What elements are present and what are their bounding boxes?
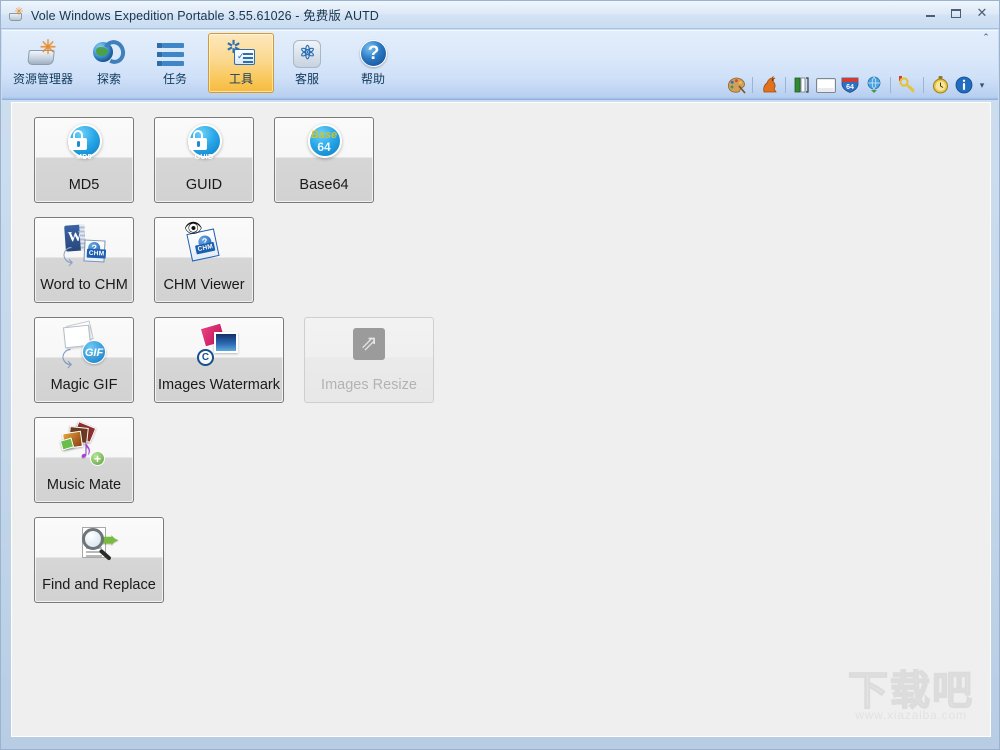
help-question-icon: ?: [356, 37, 390, 71]
toolbar-tab-support-label: 客服: [294, 72, 319, 86]
support-icon: ⚛: [290, 37, 324, 71]
toolbar-tab-help-label: 帮助: [360, 72, 385, 86]
battery-icon[interactable]: [790, 74, 814, 96]
application-window: ✳ Vole Windows Expedition Portable 3.55.…: [0, 0, 1000, 750]
tool-tile-magic-gif-label: Magic GIF: [50, 377, 118, 393]
main-toolbar: ⌃ ✳ 资源管理器 探索 任务 ✲ ✓ 工具 ⚛ 客服 ? 帮助 64 ▾: [2, 30, 998, 100]
toolbar-tab-tools-label: 工具: [228, 72, 253, 86]
globe-icon[interactable]: [862, 74, 886, 96]
toolbar-separator: [752, 77, 753, 93]
tool-tile-chm-viewer-label: CHM Viewer: [163, 277, 245, 293]
shield-64-icon[interactable]: 64: [838, 74, 862, 96]
window-controls: ✕: [917, 3, 995, 23]
tool-tile-md5[interactable]: MD5 MD5: [34, 117, 134, 203]
tool-tile-md5-label: MD5: [68, 177, 100, 193]
explore-globe-icon: [92, 37, 129, 71]
toolbar-status-icons: 64 ▾: [724, 72, 988, 98]
info-icon[interactable]: [952, 74, 976, 96]
minimize-button[interactable]: [917, 3, 943, 23]
toolbar-tab-group: ✳ 资源管理器 探索 任务 ✲ ✓ 工具 ⚛ 客服 ? 帮助: [10, 33, 406, 97]
tool-tile-music-mate-label: Music Mate: [46, 477, 122, 493]
images-watermark-icon: C: [196, 322, 242, 369]
tool-tile-find-and-replace[interactable]: ➨ Find and Replace: [34, 517, 164, 603]
tool-tile-guid-label: GUID: [185, 177, 223, 193]
toolbar-tab-tasks[interactable]: 任务: [142, 33, 208, 93]
tool-tile-images-watermark[interactable]: C Images Watermark: [154, 317, 284, 403]
toolbar-tab-tools[interactable]: ✲ ✓ 工具: [208, 33, 274, 93]
tools-row: ⤹ GIF Magic GIF C Images Watermark ⇗ Ima…: [34, 317, 990, 403]
tool-tile-images-resize-label: Images Resize: [321, 377, 417, 393]
tool-tile-find-and-replace-label: Find and Replace: [42, 577, 156, 593]
tool-tile-word-to-chm-label: Word to CHM: [40, 277, 128, 293]
tool-tile-images-resize: ⇗ Images Resize: [304, 317, 434, 403]
svg-text:64: 64: [846, 84, 854, 91]
toolbar-tab-explore-label: 探索: [96, 72, 121, 86]
toolbar-tab-support[interactable]: ⚛ 客服: [274, 33, 340, 93]
palette-icon[interactable]: [724, 74, 748, 96]
tasks-list-icon: [157, 37, 192, 71]
maximize-button[interactable]: [943, 3, 969, 23]
toolbar-tab-explorer[interactable]: ✳ 资源管理器: [10, 33, 76, 93]
tools-row: ♪ + Music Mate: [34, 417, 990, 503]
tools-content-panel: MD5 MD5 GUID GUID Base 64 Base64 W ⤹ ? C…: [11, 102, 991, 737]
tool-tile-word-to-chm[interactable]: W ⤹ ? CHM Word to CHM: [34, 217, 134, 303]
toolbar-tab-explorer-label: 资源管理器: [12, 72, 73, 86]
tool-tile-images-watermark-label: Images Watermark: [158, 377, 280, 393]
toolbar-separator: [923, 77, 924, 93]
guid-lock-icon: GUID: [181, 123, 227, 169]
window-icon[interactable]: [814, 74, 838, 96]
app-logo-icon: ✳: [9, 6, 25, 23]
tool-tile-base64[interactable]: Base 64 Base64: [274, 117, 374, 203]
tools-row: MD5 MD5 GUID GUID Base 64 Base64: [34, 117, 990, 203]
tools-gear-icon: ✲ ✓: [224, 37, 258, 71]
tools-row: ➨ Find and Replace: [34, 517, 990, 603]
explorer-icon: ✳: [26, 37, 60, 71]
toolbar-separator: [890, 77, 891, 93]
tool-tile-music-mate[interactable]: ♪ + Music Mate: [34, 417, 134, 503]
chm-viewer-icon: ? CHM 👁: [181, 221, 227, 269]
tool-tile-guid[interactable]: GUID GUID: [154, 117, 254, 203]
toolbar-collapse-chevron-icon[interactable]: ⌃: [978, 30, 994, 44]
key-icon[interactable]: [895, 74, 919, 96]
base64-icon: Base 64: [301, 123, 347, 169]
tool-tile-chm-viewer[interactable]: ? CHM 👁 CHM Viewer: [154, 217, 254, 303]
kangaroo-icon[interactable]: [757, 74, 781, 96]
tools-grid: MD5 MD5 GUID GUID Base 64 Base64 W ⤹ ? C…: [12, 103, 990, 736]
tools-row: W ⤹ ? CHM Word to CHM ? CHM 👁 CHM Viewer: [34, 217, 990, 303]
toolbar-tab-explore[interactable]: 探索: [76, 33, 142, 93]
md5-lock-icon: MD5: [61, 123, 107, 169]
toolbar-tab-tasks-label: 任务: [162, 72, 187, 86]
tool-tile-magic-gif[interactable]: ⤹ GIF Magic GIF: [34, 317, 134, 403]
tool-tile-base64-label: Base64: [299, 177, 349, 193]
toolbar-separator: [785, 77, 786, 93]
timer-icon[interactable]: [928, 74, 952, 96]
window-title: Vole Windows Expedition Portable 3.55.61…: [31, 9, 379, 23]
close-button[interactable]: ✕: [969, 3, 995, 23]
magic-gif-icon: ⤹ GIF: [61, 320, 107, 369]
images-resize-icon: ⇗: [346, 323, 392, 369]
word-to-chm-icon: W ⤹ ? CHM: [61, 223, 107, 269]
music-mate-icon: ♪ +: [59, 421, 107, 469]
find-replace-icon: ➨: [76, 523, 122, 569]
toolbar-tab-help[interactable]: ? 帮助: [340, 33, 406, 93]
title-bar: ✳ Vole Windows Expedition Portable 3.55.…: [1, 1, 999, 29]
dropdown-arrow-icon[interactable]: ▾: [976, 74, 988, 96]
